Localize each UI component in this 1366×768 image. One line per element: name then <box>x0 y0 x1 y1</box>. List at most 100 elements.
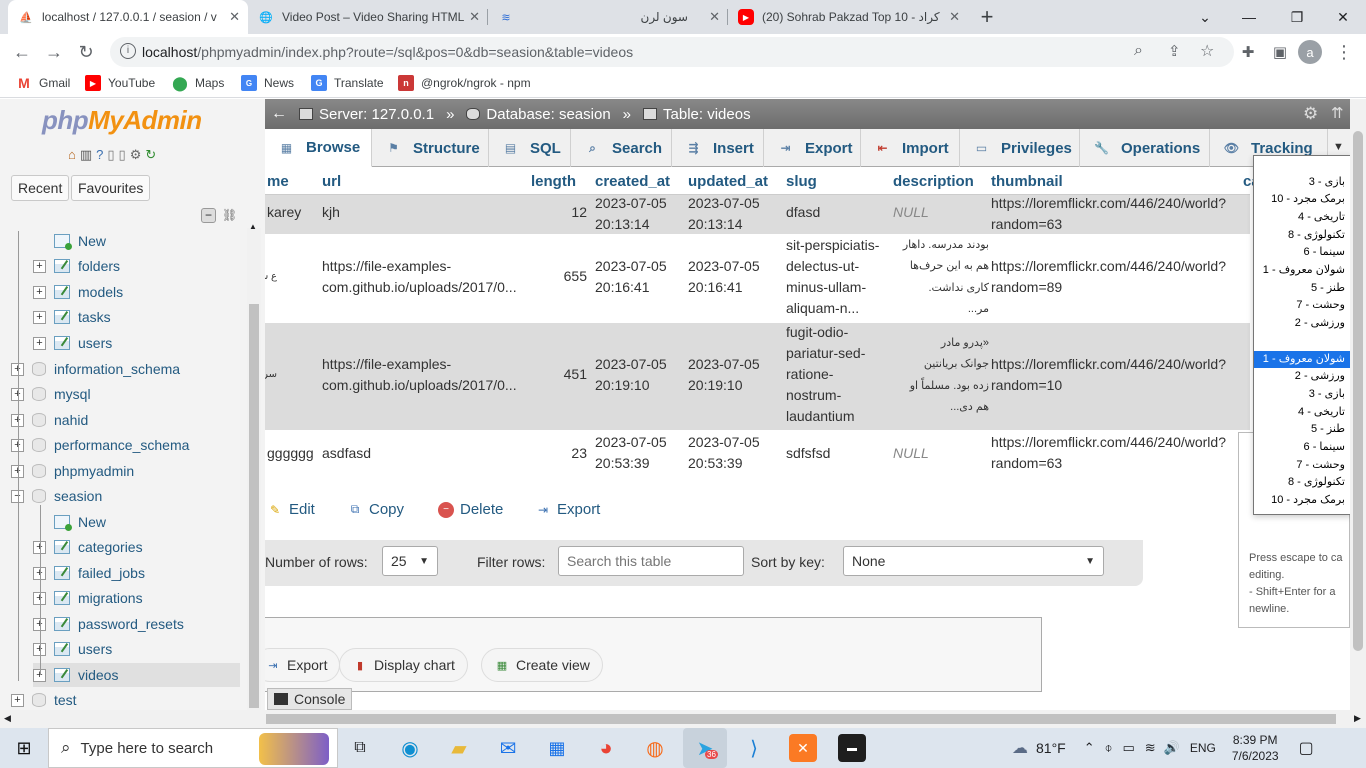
updated-at-cell[interactable]: 2023-07-05 20:13:14 <box>688 193 780 235</box>
export-button[interactable]: ⇥ Export <box>265 648 341 682</box>
bookmark-translate[interactable]: G Translate <box>311 75 384 91</box>
slug-cell[interactable]: fugit-odio-pariatur-sed-ratione-nostrum-… <box>786 322 886 427</box>
column-header-thumbnail[interactable]: thumbnail <box>991 167 1063 195</box>
category-option[interactable]: بازی - 3 <box>1254 174 1351 192</box>
thumbnail-cell[interactable]: https://loremflickr.com/446/240/world? ra… <box>991 193 1241 235</box>
url-cell[interactable]: kjh <box>322 202 532 223</box>
horizontal-scrollbar[interactable]: ◀ ▶ <box>0 710 1366 728</box>
info-icon[interactable]: i <box>120 43 136 59</box>
volume-icon[interactable]: 🔊 <box>1164 740 1180 756</box>
category-option[interactable]: شولان معروف - 1 <box>1254 262 1351 280</box>
tree-item-users[interactable]: +users <box>33 637 112 661</box>
collapse-nav-arrow-icon[interactable]: ← <box>271 105 287 123</box>
display-chart-button[interactable]: ▮ Display chart <box>339 648 468 682</box>
category-option[interactable]: بازی - 3 <box>1254 386 1351 404</box>
tab-import[interactable]: ⇤ Import <box>861 129 960 167</box>
firefox-icon[interactable]: ◍ <box>641 734 669 762</box>
help-icon[interactable]: ? <box>96 147 103 163</box>
delete-action[interactable]: − Delete <box>438 501 503 518</box>
tree-item-migrations[interactable]: +migrations <box>33 586 143 610</box>
language-indicator[interactable]: ENG <box>1190 741 1216 755</box>
tree-item-folders[interactable]: + folders <box>33 254 120 278</box>
tab-third[interactable]: ≋ سون لرن ✕ <box>488 0 728 34</box>
tree-item-seasion[interactable]: −seasion <box>11 484 102 508</box>
column-header-updated-at[interactable]: updated_at <box>688 167 769 195</box>
updated-at-cell[interactable]: 2023-07-05 20:53:39 <box>688 432 780 474</box>
scroll-left-arrow-icon[interactable]: ◀ <box>4 713 11 724</box>
column-header-url[interactable]: url <box>322 167 342 195</box>
category-option[interactable]: وحشت - 7 <box>1254 297 1351 315</box>
tree-item-failed-jobs[interactable]: +failed_jobs <box>33 561 145 585</box>
docs-icon[interactable]: ▯ <box>107 147 114 163</box>
main-scrollbar[interactable] <box>1350 99 1366 710</box>
sql-docs-icon[interactable]: ▯ <box>119 147 126 163</box>
telegram-icon[interactable]: ➤ 36 <box>683 728 727 768</box>
url-cell[interactable]: https://file-examples- com.github.io/upl… <box>322 354 532 396</box>
column-header-me[interactable]: me <box>267 167 289 195</box>
tree-item-models[interactable]: + models <box>33 280 123 304</box>
tab-structure[interactable]: ⚑ Structure <box>372 129 489 167</box>
name-cell[interactable]: gggggg <box>267 443 317 464</box>
export-action[interactable]: ⇥ Export <box>535 501 600 518</box>
address-bar[interactable]: i localhost/phpmyadmin/index.php?route=/… <box>110 37 1234 67</box>
length-cell[interactable]: 655 <box>531 266 587 287</box>
copy-action[interactable]: ⧉ Copy <box>347 501 404 518</box>
tree-item-users[interactable]: +users <box>33 331 112 355</box>
tree-item-New[interactable]: New <box>33 229 106 253</box>
close-icon[interactable]: ✕ <box>709 9 720 25</box>
length-cell[interactable]: 451 <box>531 364 587 385</box>
created-at-cell[interactable]: 2023-07-05 20:19:10 <box>595 354 687 396</box>
notifications-icon[interactable]: ▢ <box>1299 738 1314 758</box>
length-cell[interactable]: 12 <box>531 202 587 223</box>
nav-scrollbar[interactable]: ▲ <box>247 222 261 710</box>
tree-item-New[interactable]: New <box>33 510 106 534</box>
task-view-icon[interactable]: ⧉ <box>346 734 374 762</box>
sort-by-key-select[interactable]: None ▼ <box>843 546 1104 576</box>
updated-at-cell[interactable]: 2023-07-05 20:19:10 <box>688 354 780 396</box>
close-icon[interactable]: ✕ <box>949 9 960 25</box>
extensions-icon[interactable]: ✚ <box>1234 38 1262 66</box>
tree-item-videos[interactable]: +videos <box>33 663 240 687</box>
more-tabs-chevron-icon[interactable]: ▼ <box>1333 141 1344 153</box>
table-row[interactable]: karey kjh 12 2023-07-05 20:13:14 2023-07-05 20… <box>265 195 1250 234</box>
tree-item-password-resets[interactable]: +password_resets <box>33 612 184 636</box>
close-icon[interactable]: ✕ <box>469 9 480 25</box>
recent-button[interactable]: Recent <box>11 175 70 201</box>
edge-icon[interactable]: ◉ <box>396 734 424 762</box>
tree-item-categories[interactable]: +categories <box>33 535 143 559</box>
category-option[interactable]: شولان معروف - 1 <box>1254 350 1351 369</box>
table-row[interactable]: gggggg asdfasd 23 2023-07-05 20:53:39 2023-07… <box>265 430 1250 480</box>
tab-sql[interactable]: ▤ SQL <box>489 129 571 167</box>
table-row[interactable]: ع سبزوا https://file-examples- com.github… <box>265 234 1250 323</box>
weather-icon[interactable]: ☁ <box>1012 738 1028 758</box>
minimize-button[interactable]: — <box>1226 0 1272 34</box>
vscode-icon[interactable]: ⟩ <box>740 734 768 762</box>
category-option[interactable]: تکنولوژی - 8 <box>1254 227 1351 245</box>
zoom-icon[interactable]: ⌕ <box>1134 42 1143 60</box>
tab-video-post[interactable]: 🌐 Video Post – Video Sharing HTML ✕ <box>248 0 488 34</box>
wifi-icon[interactable]: ≋ <box>1145 740 1156 756</box>
slug-cell[interactable]: sdfsfsd <box>786 443 886 464</box>
taskbar-search[interactable]: ⌕ Type here to search <box>48 728 338 768</box>
category-option[interactable]: ورزشی - 2 <box>1254 315 1351 333</box>
category-option[interactable]: طنز - 5 <box>1254 280 1351 298</box>
scroll-right-arrow-icon[interactable]: ▶ <box>1354 713 1361 724</box>
close-icon[interactable]: ✕ <box>229 9 240 25</box>
close-window-button[interactable]: ✕ <box>1320 0 1366 34</box>
chrome-icon[interactable]: ◕ <box>592 734 620 762</box>
created-at-cell[interactable]: 2023-07-05 20:53:39 <box>595 432 687 474</box>
tab-search-chevron-icon[interactable]: ⌄ <box>1182 0 1228 34</box>
usb-icon[interactable]: ⌽ <box>1105 740 1113 756</box>
length-cell[interactable]: 23 <box>531 443 587 464</box>
created-at-cell[interactable]: 2023-07-05 20:13:14 <box>595 193 687 235</box>
collapse-all-icon[interactable]: − <box>201 208 216 223</box>
description-cell[interactable]: NULL <box>893 443 989 464</box>
breadcrumb-table[interactable]: Table: videos <box>637 106 751 123</box>
description-cell[interactable]: بودند مدرسه. داهار هم به این حرف‌ها کاری ن… <box>893 235 989 321</box>
category-select-dropdown[interactable]: بازی - 3 برمک مجرد - 10 تاریخی - 4 تکنولوژی… <box>1253 155 1352 515</box>
tree-item-tasks[interactable]: + tasks <box>33 305 111 329</box>
reload-icon[interactable]: ↻ <box>72 38 100 66</box>
tree-item-information-schema[interactable]: +information_schema <box>11 357 180 381</box>
category-option[interactable]: طنز - 5 <box>1254 421 1351 439</box>
description-cell[interactable]: «پدرو مادر جوانک بریانتین زده بود. مسلماً … <box>893 333 989 419</box>
